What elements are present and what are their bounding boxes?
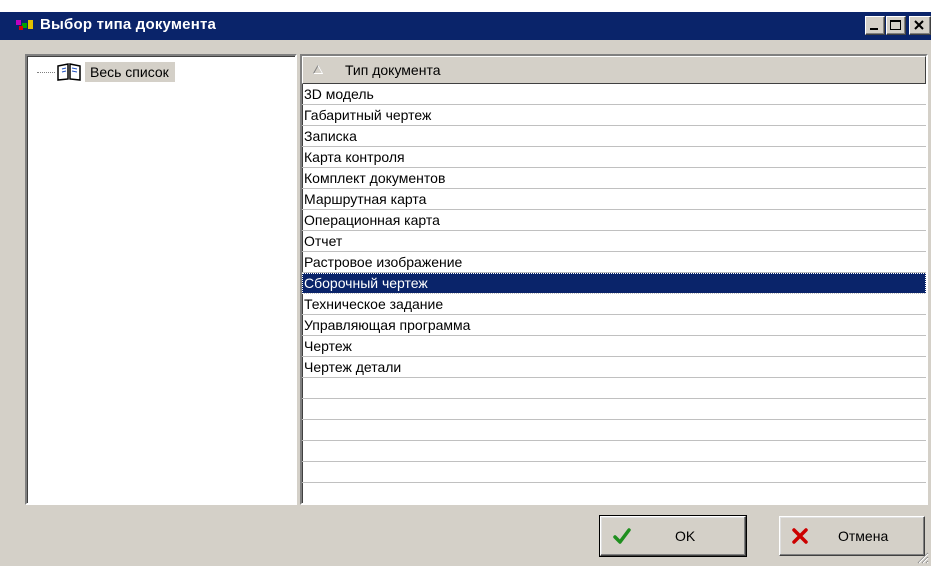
ok-button[interactable]: OK: [599, 515, 747, 557]
maximize-icon: [890, 20, 901, 30]
list-item[interactable]: Растровое изображение: [302, 252, 926, 273]
column-header-label: Тип документа: [345, 62, 441, 78]
empty-row: [302, 399, 926, 420]
list-item[interactable]: Комплект документов: [302, 168, 926, 189]
checkmark-icon: [613, 528, 631, 544]
list-item[interactable]: Карта контроля: [302, 147, 926, 168]
list-item[interactable]: Сборочный чертеж: [302, 273, 926, 294]
empty-row: [302, 420, 926, 441]
tree-connector: [37, 72, 55, 73]
list-item[interactable]: Габаритный чертеж: [302, 105, 926, 126]
tree-item-label: Весь список: [85, 62, 175, 82]
empty-row: [302, 462, 926, 483]
resize-grip-icon[interactable]: [915, 550, 929, 564]
list-item[interactable]: Управляющая программа: [302, 315, 926, 336]
column-header-document-type[interactable]: Тип документа: [302, 56, 926, 84]
minimize-icon: [870, 28, 878, 30]
list-rows: 3D модель Габаритный чертеж Записка Карта к…: [302, 84, 926, 503]
list-item[interactable]: Отчет: [302, 231, 926, 252]
dialog-window: Выбор типа документа Весь список Тип док…: [0, 0, 931, 566]
close-button[interactable]: [909, 16, 931, 35]
cross-icon: [792, 528, 808, 544]
maximize-button[interactable]: [886, 16, 906, 35]
list-item[interactable]: Операционная карта: [302, 210, 926, 231]
minimize-button[interactable]: [865, 16, 885, 35]
category-tree[interactable]: Весь список: [25, 54, 297, 505]
list-item[interactable]: Чертеж детали: [302, 357, 926, 378]
list-item[interactable]: Техническое задание: [302, 294, 926, 315]
sort-ascending-icon: [313, 65, 323, 74]
list-item[interactable]: Записка: [302, 126, 926, 147]
list-item[interactable]: Чертеж: [302, 336, 926, 357]
document-type-list[interactable]: Тип документа 3D модель Габаритный чертеж…: [300, 54, 928, 505]
open-book-icon: [57, 63, 81, 81]
list-item[interactable]: 3D модель: [302, 84, 926, 105]
app-icon: [16, 20, 33, 30]
close-icon: [914, 20, 924, 30]
cancel-button-label: Отмена: [838, 528, 889, 544]
list-item[interactable]: Маршрутная карта: [302, 189, 926, 210]
empty-row: [302, 483, 926, 503]
empty-row: [302, 441, 926, 462]
cancel-button[interactable]: Отмена: [779, 516, 925, 556]
ok-button-label: OK: [675, 528, 696, 544]
window-title: Выбор типа документа: [40, 16, 217, 33]
empty-row: [302, 378, 926, 399]
title-bar[interactable]: Выбор типа документа: [0, 0, 931, 40]
